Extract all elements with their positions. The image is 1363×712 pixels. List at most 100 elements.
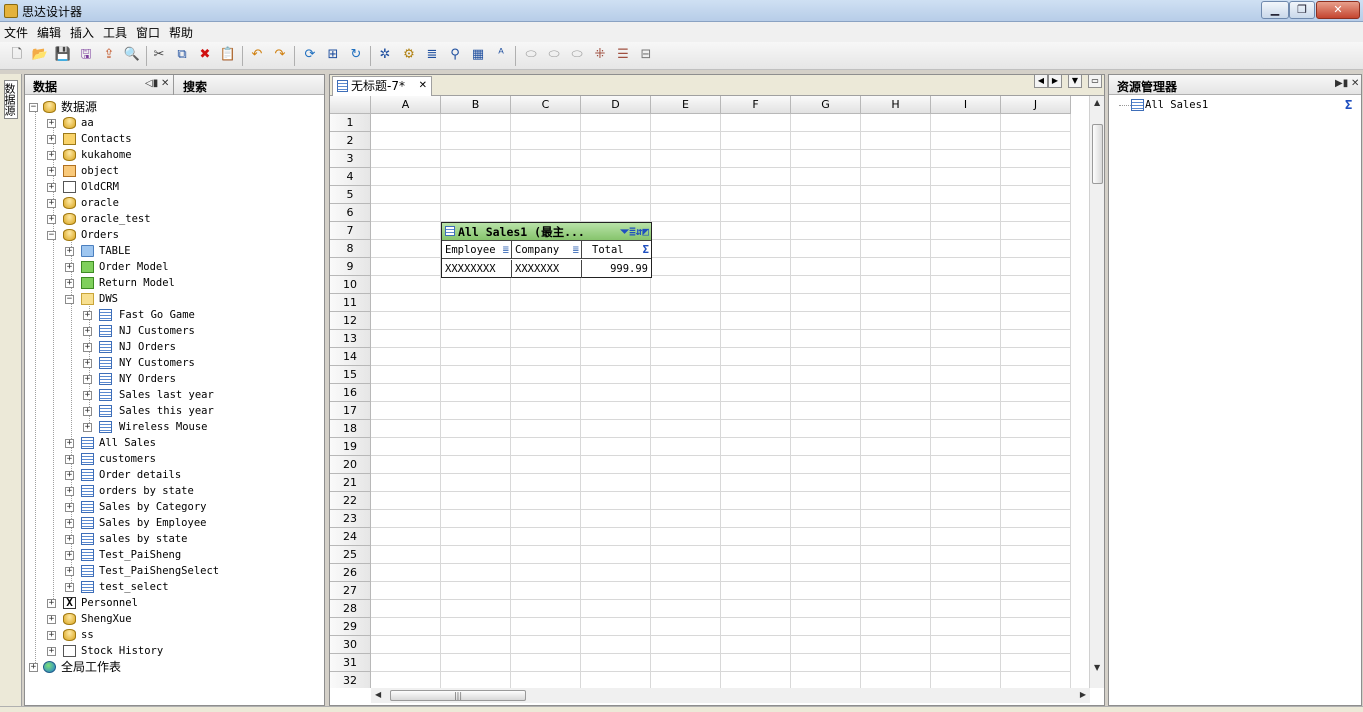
row-header-31[interactable]: 31 — [330, 654, 371, 672]
tree-node-sales-by-employee[interactable]: + Sales by Employee — [63, 515, 303, 531]
row-header-4[interactable]: 4 — [330, 168, 371, 186]
widget-cell-employee[interactable]: XXXXXXXX — [442, 260, 512, 278]
tree-view-icon[interactable]: ⊞ — [324, 46, 342, 64]
column-header-f[interactable]: F — [721, 96, 791, 114]
export-icon[interactable]: ⇪ — [100, 46, 118, 64]
widget-header-company[interactable]: Company ≣ — [512, 241, 582, 259]
close-button[interactable]: ✕ — [1316, 1, 1360, 19]
sigma-icon[interactable]: Σ — [1345, 97, 1352, 113]
tree-node-global-sheets[interactable]: + 全局工作表 — [27, 659, 307, 675]
dashboard-icon[interactable]: ⊟ — [637, 46, 655, 64]
tree-node-oldcrm[interactable]: + OldCRM — [45, 179, 305, 195]
menu-tools[interactable]: 工具 — [103, 24, 127, 41]
row-header-30[interactable]: 30 — [330, 636, 371, 654]
redo-icon[interactable]: ↷ — [271, 46, 289, 64]
row-header-7[interactable]: 7 — [330, 222, 371, 240]
column-header-a[interactable]: A — [371, 96, 441, 114]
row-header-10[interactable]: 10 — [330, 276, 371, 294]
horizontal-scrollbar[interactable]: ◀ ||| ▶ — [371, 688, 1090, 703]
tree-node-orders[interactable]: − Orders — [45, 227, 305, 243]
tree-node-kukahome[interactable]: + kukahome — [45, 147, 305, 163]
horizontal-scroll-thumb[interactable]: ||| — [390, 690, 526, 701]
undo-icon[interactable]: ↶ — [248, 46, 266, 64]
row-header-1[interactable]: 1 — [330, 114, 371, 132]
column-header-i[interactable]: I — [931, 96, 1001, 114]
corner-cell[interactable] — [330, 96, 371, 114]
widget-header-employee[interactable]: Employee ≣ — [442, 241, 512, 259]
filter-icon[interactable]: ⚲ — [446, 46, 464, 64]
tree-node-sales-by-state[interactable]: + sales by state — [63, 531, 303, 547]
pin-right-icon[interactable]: ▶▮ — [1335, 78, 1348, 89]
spreadsheet-grid[interactable]: A B C D E F G H I J 1 2 3 4 5 6 7 8 9 10 11 12 13 14 15 16 17 18 19 2… — [330, 96, 1090, 688]
widget-title[interactable]: All Sales1 (最主... ⏷≣⇵◩ — [442, 223, 651, 241]
nav-dropdown-icon[interactable]: ▼ — [1068, 74, 1082, 88]
split-icon[interactable]: ⁜ — [591, 46, 609, 64]
tree-node-customers[interactable]: + customers — [63, 451, 303, 467]
menu-help[interactable]: 帮助 — [169, 24, 193, 41]
close-tab-icon[interactable]: ✕ — [419, 77, 427, 95]
row-header-29[interactable]: 29 — [330, 618, 371, 636]
row-header-18[interactable]: 18 — [330, 420, 371, 438]
table-widget-all-sales1[interactable]: All Sales1 (最主... ⏷≣⇵◩ Employee ≣ Company ≣ To… — [441, 222, 652, 278]
row-header-5[interactable]: 5 — [330, 186, 371, 204]
tree-node-personnel[interactable]: + X Personnel — [45, 595, 305, 611]
row-header-6[interactable]: 6 — [330, 204, 371, 222]
tree-node-stock-history[interactable]: + Stock History — [45, 643, 305, 659]
tree-node-test-paishengselect[interactable]: + Test_PaiShengSelect — [63, 563, 303, 579]
row-header-12[interactable]: 12 — [330, 312, 371, 330]
copy-icon[interactable]: ⧉ — [173, 46, 191, 64]
side-tab-datasource[interactable]: 数据源 — [3, 80, 18, 119]
tree-node-sales-last-year[interactable]: + Sales last year — [81, 387, 301, 403]
menu-insert[interactable]: 插入 — [70, 24, 94, 41]
column-header-d[interactable]: D — [581, 96, 651, 114]
tree-node-ny-customers[interactable]: + NY Customers — [81, 355, 301, 371]
tree-node-contacts[interactable]: + Contacts — [45, 131, 305, 147]
row-header-23[interactable]: 23 — [330, 510, 371, 528]
row-header-14[interactable]: 14 — [330, 348, 371, 366]
tree-node-object[interactable]: + object — [45, 163, 305, 179]
row-header-22[interactable]: 22 — [330, 492, 371, 510]
row-header-26[interactable]: 26 — [330, 564, 371, 582]
tab-data[interactable]: 数据 — [33, 78, 57, 95]
row-header-25[interactable]: 25 — [330, 546, 371, 564]
sum-icon[interactable]: Σ — [643, 241, 649, 259]
row-header-28[interactable]: 28 — [330, 600, 371, 618]
column-menu-icon[interactable]: ≣ — [503, 241, 509, 259]
column-header-e[interactable]: E — [651, 96, 721, 114]
tree-node-sales-this-year[interactable]: + Sales this year — [81, 403, 301, 419]
widget-cell-total[interactable]: 999.99 — [582, 260, 651, 278]
cut-icon[interactable]: ✂ — [150, 46, 168, 64]
row-header-32[interactable]: 32 — [330, 672, 371, 688]
row-header-11[interactable]: 11 — [330, 294, 371, 312]
row-header-27[interactable]: 27 — [330, 582, 371, 600]
tree-node-order-model[interactable]: + Order Model — [63, 259, 303, 275]
table-edit-icon[interactable]: ▦ — [469, 46, 487, 64]
tree-node-shengxue[interactable]: + ShengXue — [45, 611, 305, 627]
row-header-3[interactable]: 3 — [330, 150, 371, 168]
close-panel-icon[interactable]: ✕ — [161, 78, 169, 89]
tree-node-order-details[interactable]: + Order details — [63, 467, 303, 483]
tree-node-ny-orders[interactable]: + NY Orders — [81, 371, 301, 387]
tree-node-aa[interactable]: + aa — [45, 115, 305, 131]
save-all-icon[interactable]: 🖫 — [77, 46, 95, 64]
row-header-20[interactable]: 20 — [330, 456, 371, 474]
grid-layout-icon[interactable]: ☰ — [614, 46, 632, 64]
wand-icon[interactable]: ✲ — [376, 46, 394, 64]
column-header-g[interactable]: G — [791, 96, 861, 114]
tab-search[interactable]: 搜索 — [183, 78, 207, 95]
paste-icon[interactable]: 📋 — [219, 46, 237, 64]
menu-window[interactable]: 窗口 — [136, 24, 160, 41]
align-icon[interactable]: ≣ — [423, 46, 441, 64]
gear-add-icon[interactable]: ⚙ — [400, 46, 418, 64]
merge-more-icon[interactable]: ⬭ — [568, 46, 586, 64]
maximize-button[interactable]: ❐ — [1289, 1, 1315, 19]
tree-node-oracle-test[interactable]: + oracle_test — [45, 211, 305, 227]
row-header-13[interactable]: 13 — [330, 330, 371, 348]
tree-node-test-paisheng[interactable]: + Test_PaiSheng — [63, 547, 303, 563]
row-header-15[interactable]: 15 — [330, 366, 371, 384]
open-folder-icon[interactable]: 📂 — [31, 46, 49, 64]
column-header-h[interactable]: H — [861, 96, 931, 114]
save-icon[interactable]: 💾 — [54, 46, 72, 64]
maximize-editor-icon[interactable]: ▭ — [1088, 74, 1102, 88]
widget-tools-icon[interactable]: ⏷≣⇵◩ — [620, 223, 649, 241]
